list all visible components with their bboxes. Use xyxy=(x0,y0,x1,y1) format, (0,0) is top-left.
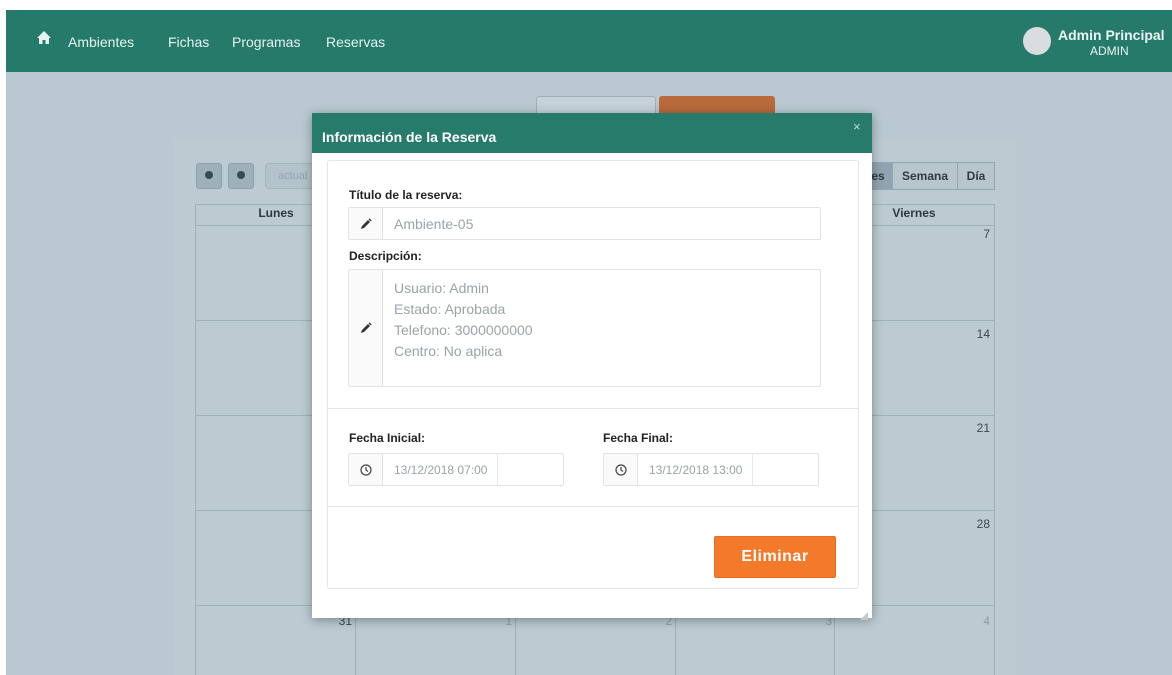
description-textarea[interactable]: Usuario: Admin Estado: Aprobada Telefono… xyxy=(348,269,821,387)
day-number[interactable]: 14 xyxy=(956,327,990,341)
end-date-input[interactable]: 13/12/2018 13:00 xyxy=(603,453,819,486)
title-label: Título de la reserva: xyxy=(349,188,463,202)
nav-ambientes[interactable]: Ambientes xyxy=(68,34,134,50)
title-input[interactable]: Ambiente-05 xyxy=(348,207,821,240)
view-day-button[interactable]: Día xyxy=(957,162,995,190)
nav-reservas[interactable]: Reservas xyxy=(326,34,385,50)
day-number[interactable]: 7 xyxy=(956,227,990,241)
end-date-label: Fecha Final: xyxy=(603,431,674,445)
pencil-icon xyxy=(349,208,383,239)
modal-body: Título de la reserva: Ambiente-05 Descri… xyxy=(327,160,859,589)
end-date-value: 13/12/2018 13:00 xyxy=(649,463,743,477)
reservation-modal: Información de la Reserva × Título de la… xyxy=(312,113,872,620)
clock-icon xyxy=(604,454,638,485)
divider xyxy=(497,454,498,485)
clock-icon xyxy=(349,454,383,485)
user-name[interactable]: Admin Principal xyxy=(1058,27,1165,43)
description-line: Telefono: 3000000000 xyxy=(394,322,533,338)
chevron-right-icon xyxy=(237,171,245,179)
user-role: ADMIN xyxy=(1090,44,1129,58)
divider xyxy=(752,454,753,485)
start-date-value: 13/12/2018 07:00 xyxy=(394,463,488,477)
chevron-left-icon xyxy=(205,171,213,179)
top-navbar: Ambientes Fichas Programas Reservas Admi… xyxy=(6,10,1172,72)
prev-button[interactable] xyxy=(196,163,222,189)
close-icon[interactable]: × xyxy=(853,119,861,134)
next-button[interactable] xyxy=(228,163,254,189)
app-window: Ambientes Fichas Programas Reservas Admi… xyxy=(6,10,1172,675)
description-line: Centro: No aplica xyxy=(394,343,503,359)
delete-button[interactable]: Eliminar xyxy=(714,536,836,578)
day-number[interactable]: 4 xyxy=(956,614,990,628)
modal-title: Información de la Reserva xyxy=(322,129,497,145)
nav-fichas[interactable]: Fichas xyxy=(168,34,209,50)
grid-line xyxy=(994,204,995,675)
description-label: Descripción: xyxy=(349,249,422,263)
home-icon[interactable] xyxy=(36,30,52,46)
view-week-button[interactable]: Semana xyxy=(892,162,958,190)
avatar[interactable] xyxy=(1023,27,1051,55)
description-line: Estado: Aprobada xyxy=(394,301,506,317)
description-value: Usuario: Admin Estado: Aprobada Telefono… xyxy=(394,278,533,362)
day-number[interactable]: 28 xyxy=(956,517,990,531)
title-value: Ambiente-05 xyxy=(394,216,474,232)
resize-grip-icon[interactable] xyxy=(860,607,868,620)
grid-line xyxy=(195,204,196,675)
description-line: Usuario: Admin xyxy=(394,280,489,296)
nav-programas[interactable]: Programas xyxy=(232,34,300,50)
modal-header: Información de la Reserva × xyxy=(312,113,872,153)
pencil-icon xyxy=(349,270,383,386)
start-date-label: Fecha Inicial: xyxy=(349,431,426,445)
day-number[interactable]: 21 xyxy=(956,421,990,435)
divider xyxy=(328,408,858,409)
divider xyxy=(328,506,858,507)
start-date-input[interactable]: 13/12/2018 07:00 xyxy=(348,453,564,486)
